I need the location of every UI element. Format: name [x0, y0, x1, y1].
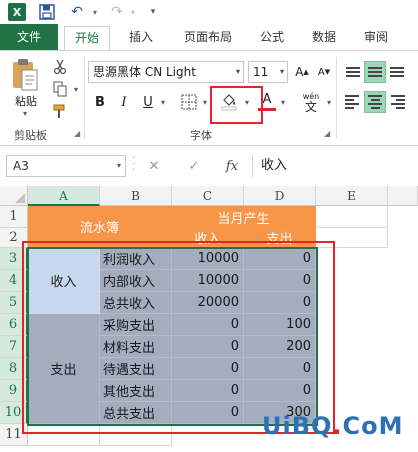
ribbon: 粘贴 ▾ ▾ 剪贴板 ◢ 思源黑体 CN Light ▾ 11 ▾ A ▲ A ▼ …	[0, 50, 418, 146]
watermark: UiBQ.CoM	[262, 412, 404, 440]
group-divider	[84, 57, 85, 139]
borders-dropdown-icon[interactable]: ▾	[200, 91, 210, 113]
customize-qat-icon[interactable]: ▾	[146, 3, 160, 21]
column-header-f[interactable]	[388, 186, 418, 206]
resize-handle-icon[interactable]: · · ·	[132, 154, 138, 176]
redo-dropdown-icon[interactable]: ▾	[128, 3, 138, 21]
align-center-icon[interactable]	[364, 91, 386, 113]
chevron-down-icon: ▾	[235, 67, 240, 76]
italic-button[interactable]: I	[114, 91, 134, 113]
formula-bar: A3 ▾ · · · ✕ ✓ fx 收入	[0, 150, 418, 182]
font-name-select[interactable]: 思源黑体 CN Light ▾	[88, 61, 244, 83]
excel-logo-icon: X	[8, 3, 26, 21]
fill-color-highlight	[210, 86, 263, 124]
group-divider	[336, 57, 337, 139]
redo-icon[interactable]: ↷	[106, 3, 128, 21]
bold-button[interactable]: B	[90, 91, 110, 113]
align-top-icon[interactable]	[342, 61, 364, 83]
undo-dropdown-icon[interactable]: ▾	[90, 3, 100, 21]
borders-icon[interactable]	[178, 91, 200, 113]
column-header-d[interactable]: D	[244, 186, 316, 206]
paste-button-label[interactable]: 粘贴	[8, 93, 44, 109]
shrink-font-icon[interactable]: A ▼	[314, 62, 334, 82]
chevron-down-icon: ▾	[116, 161, 121, 170]
annotation-highlight	[22, 241, 335, 434]
chevron-down-icon: ▾	[279, 67, 284, 76]
current-month-header-cell[interactable]: 当月产生	[172, 206, 316, 228]
column-header-c[interactable]: C	[172, 186, 244, 206]
underline-button[interactable]: U	[138, 91, 158, 113]
paste-icon[interactable]	[10, 57, 40, 93]
tab-file[interactable]: 文件	[0, 24, 58, 50]
column-header-b[interactable]: B	[100, 186, 172, 206]
font-group-label: 字体	[190, 129, 212, 142]
ribbon-tabs: 文件 开始 插入 页面布局 公式 数据 审阅	[0, 24, 418, 50]
cut-icon[interactable]	[50, 57, 70, 77]
row-header[interactable]: 1	[0, 206, 28, 228]
save-icon[interactable]	[38, 3, 56, 21]
column-header-a[interactable]: A	[28, 186, 100, 206]
tab-review[interactable]: 审阅	[356, 26, 396, 50]
underline-dropdown-icon[interactable]: ▾	[158, 91, 168, 113]
undo-icon[interactable]: ↶	[66, 3, 88, 21]
phonetic-glyph: 文	[304, 99, 317, 114]
tab-data[interactable]: 数据	[304, 26, 344, 50]
enter-formula-button[interactable]: ✓	[184, 157, 204, 175]
copy-dropdown-icon[interactable]: ▾	[66, 79, 86, 99]
format-painter-icon[interactable]	[50, 101, 70, 121]
align-right-icon[interactable]	[386, 91, 408, 113]
name-box[interactable]: A3 ▾	[6, 155, 126, 177]
insert-function-button[interactable]: fx	[222, 157, 242, 175]
phonetic-guide-button[interactable]: wén 文	[298, 91, 324, 113]
align-left-icon[interactable]	[342, 91, 364, 113]
select-all-button[interactable]	[0, 186, 28, 206]
phonetic-dropdown-icon[interactable]: ▾	[324, 91, 334, 113]
font-size-select[interactable]: 11 ▾	[248, 61, 288, 83]
font-color-dropdown-icon[interactable]: ▾	[278, 91, 288, 113]
clipboard-launcher-icon[interactable]: ◢	[74, 129, 80, 138]
formula-input[interactable]: 收入	[252, 155, 418, 177]
title-bar: X ↶ ▾ ↷ ▾ ▾	[0, 0, 418, 24]
tab-home[interactable]: 开始	[64, 26, 110, 50]
clipboard-group-label: 剪贴板	[14, 129, 47, 142]
tab-formulas[interactable]: 公式	[252, 26, 292, 50]
tab-page-layout[interactable]: 页面布局	[172, 26, 244, 50]
align-middle-icon[interactable]	[364, 61, 386, 83]
tab-insert[interactable]: 插入	[118, 26, 164, 50]
font-launcher-icon[interactable]: ◢	[324, 129, 330, 138]
paste-dropdown-icon[interactable]: ▾	[20, 109, 30, 118]
cancel-formula-button[interactable]: ✕	[144, 157, 164, 175]
empty-cell[interactable]	[316, 206, 388, 228]
grow-font-icon[interactable]: A ▲	[292, 62, 312, 82]
column-header-e[interactable]: E	[316, 186, 388, 206]
align-bottom-icon[interactable]	[386, 61, 408, 83]
